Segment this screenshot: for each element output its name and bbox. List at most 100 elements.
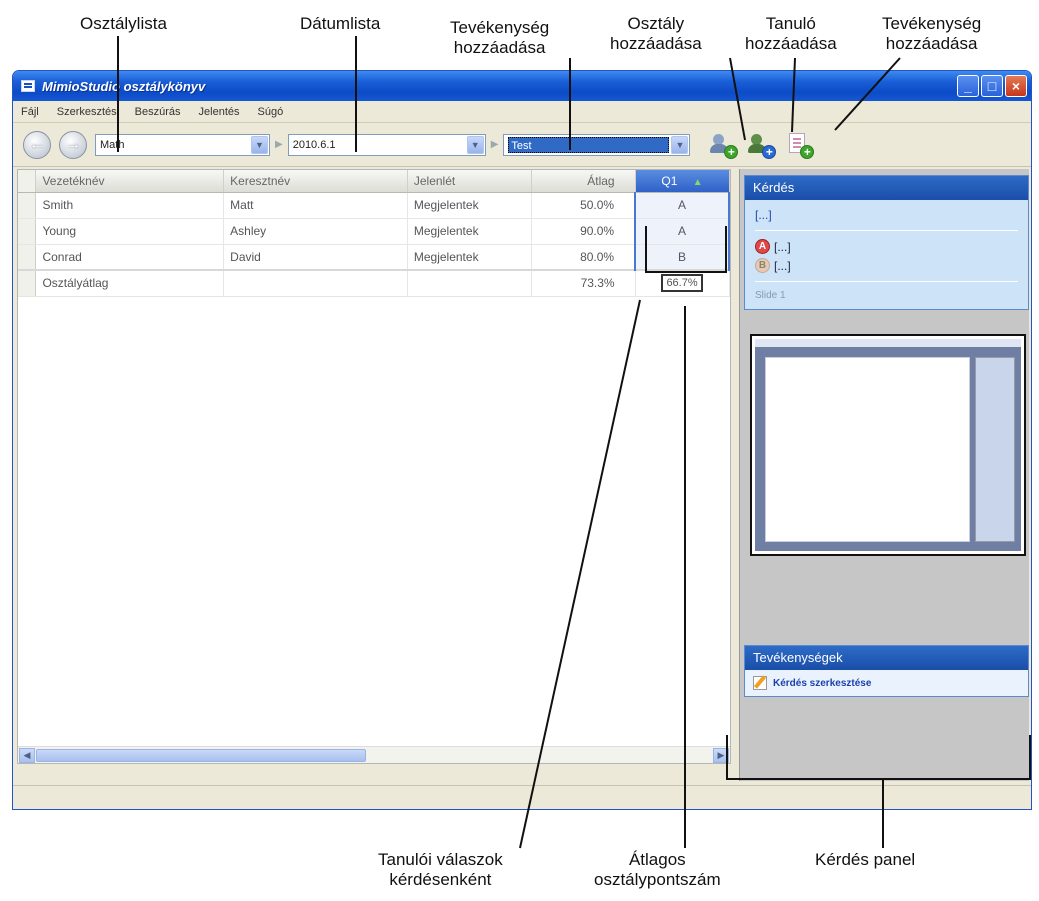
scroll-left-icon[interactable]: ◀ — [19, 748, 35, 763]
forward-button[interactable]: → — [59, 130, 87, 159]
question-body: [...] A [...] B [...] Slide 1 — [745, 200, 1028, 309]
forward-arrow-icon: → — [65, 135, 81, 153]
cell-q1-answer[interactable]: A — [634, 218, 730, 245]
class-list-dropdown[interactable]: Math ▼ — [95, 133, 270, 156]
question-text: [...] — [755, 208, 772, 222]
edit-pencil-icon — [753, 676, 767, 690]
class-average-row: Osztályátlag 73.3% 66.7% — [18, 269, 730, 297]
question-card: Kérdés [...] A [...] B [...] Slide 1 — [744, 175, 1029, 310]
plus-icon: + — [762, 144, 777, 159]
column-q1[interactable]: Q1 ▲ — [635, 170, 730, 193]
table-row[interactable]: Conrad David Megjelentek 80.0% B — [18, 244, 730, 271]
cell-presence[interactable]: Megjelentek — [407, 192, 532, 219]
column-first-name[interactable]: Keresztnév — [223, 170, 408, 193]
activity-list-value: Test — [508, 136, 670, 153]
annotation-line: Tevékenység — [882, 14, 982, 33]
add-activity-button[interactable]: + — [786, 131, 815, 159]
class-average-label: Osztályátlag — [35, 269, 225, 297]
title-bar[interactable]: MimioStudio osztálykönyv _ □ × — [13, 71, 1031, 101]
menu-bar: Fájl Szerkesztés Beszúrás Jelentés Súgó — [13, 101, 1031, 123]
q1-average-cell: 66.7% — [635, 269, 730, 297]
menu-edit[interactable]: Szerkesztés — [57, 106, 117, 118]
add-class-button[interactable]: + — [710, 131, 739, 159]
annotation-add-class: Osztály hozzáadása — [610, 14, 702, 54]
cell-last-name[interactable]: Smith — [35, 192, 225, 219]
option-a-text: [...] — [774, 239, 791, 254]
class-icon — [713, 133, 725, 145]
student-grid: Vezetéknév Keresztnév Jelenlét Átlag Q1 … — [17, 169, 731, 764]
annotation-line: hozzáadása — [610, 34, 702, 53]
empty-cell — [223, 269, 408, 297]
back-button[interactable]: ← — [23, 130, 51, 159]
separator-arrow-icon: ▶ — [490, 139, 499, 150]
gradebook-table: Vezetéknév Keresztnév Jelenlét Átlag Q1 … — [18, 170, 730, 297]
menu-file[interactable]: Fájl — [21, 106, 39, 118]
cell-q1-answer[interactable]: B — [634, 244, 730, 271]
table-row[interactable]: Young Ashley Megjelentek 90.0% A — [18, 218, 730, 245]
row-selector[interactable] — [18, 244, 37, 271]
column-presence[interactable]: Jelenlét — [407, 170, 532, 193]
chevron-down-icon[interactable]: ▼ — [671, 135, 689, 154]
cell-presence[interactable]: Megjelentek — [407, 218, 532, 245]
menu-help[interactable]: Súgó — [258, 106, 284, 118]
annotation-date-list: Dátumlista — [300, 14, 381, 33]
minimize-button[interactable]: _ — [957, 75, 979, 97]
menu-insert[interactable]: Beszúrás — [135, 106, 181, 118]
cell-presence[interactable]: Megjelentek — [407, 244, 532, 271]
thumbnail-screen — [755, 339, 1021, 551]
cell-first-name[interactable]: Ashley — [223, 218, 408, 245]
thumbnail-sidebar — [975, 357, 1015, 542]
option-b-icon: B — [755, 258, 770, 273]
column-average[interactable]: Átlag — [531, 170, 636, 193]
slide-label: Slide 1 — [755, 290, 786, 301]
annotation-line: hozzáadása — [885, 34, 978, 53]
edit-question-label: Kérdés szerkesztése — [773, 677, 872, 689]
table-row[interactable]: Smith Matt Megjelentek 50.0% A — [18, 192, 730, 219]
horizontal-scrollbar[interactable]: ◀ ▶ — [18, 746, 730, 763]
question-panel: Kérdés [...] A [...] B [...] Slide 1 Tev… — [739, 169, 1029, 781]
annotation-avg-class-score: Átlagos osztálypontszám — [594, 850, 721, 890]
maximize-button[interactable]: □ — [981, 75, 1003, 97]
row-header-corner — [18, 170, 37, 193]
cell-q1-answer[interactable]: A — [634, 192, 730, 219]
edit-question-link[interactable]: Kérdés szerkesztése — [745, 670, 1028, 696]
app-window: MimioStudio osztálykönyv _ □ × Fájl Szer… — [12, 70, 1032, 810]
cell-average: 50.0% — [531, 192, 636, 219]
activities-header: Tevékenységek — [745, 646, 1028, 670]
status-bar — [13, 785, 1031, 809]
separator-arrow-icon: ▶ — [275, 139, 283, 150]
cell-first-name[interactable]: David — [223, 244, 408, 271]
slide-thumbnail[interactable] — [750, 334, 1026, 556]
row-selector[interactable] — [18, 218, 37, 245]
student-icon — [751, 133, 763, 145]
chevron-down-icon[interactable]: ▼ — [251, 135, 268, 154]
thumbnail-document — [765, 357, 970, 542]
column-last-name[interactable]: Vezetéknév — [35, 170, 225, 193]
close-button[interactable]: × — [1005, 75, 1027, 97]
question-header: Kérdés — [745, 176, 1028, 200]
q1-label: Q1 — [661, 173, 678, 188]
answer-option-a[interactable]: A [...] — [755, 239, 1018, 254]
answer-option-b[interactable]: B [...] — [755, 258, 1018, 273]
add-student-button[interactable]: + — [748, 131, 777, 159]
annotation-line: Tevékenység — [450, 18, 550, 37]
cell-first-name[interactable]: Matt — [223, 192, 408, 219]
annotation-line: Osztály — [627, 14, 685, 33]
divider — [755, 230, 1018, 231]
date-list-dropdown[interactable]: 2010.6.1 ▼ — [287, 133, 486, 156]
chevron-down-icon[interactable]: ▼ — [466, 135, 484, 154]
option-a-icon: A — [755, 239, 770, 254]
row-selector[interactable] — [18, 192, 37, 219]
scroll-right-icon[interactable]: ▶ — [713, 748, 729, 763]
date-list-value: 2010.6.1 — [292, 138, 336, 151]
divider — [755, 281, 1018, 282]
annotation-line: hozzáadása — [453, 38, 546, 57]
activity-list-dropdown[interactable]: Test ▼ — [503, 133, 691, 156]
option-b-text: [...] — [774, 258, 791, 273]
menu-report[interactable]: Jelentés — [199, 106, 240, 118]
cell-average: 80.0% — [531, 244, 636, 271]
scrollbar-thumb[interactable] — [36, 749, 366, 762]
class-average-value: 73.3% — [531, 269, 636, 297]
cell-last-name[interactable]: Conrad — [35, 244, 225, 271]
cell-last-name[interactable]: Young — [35, 218, 225, 245]
